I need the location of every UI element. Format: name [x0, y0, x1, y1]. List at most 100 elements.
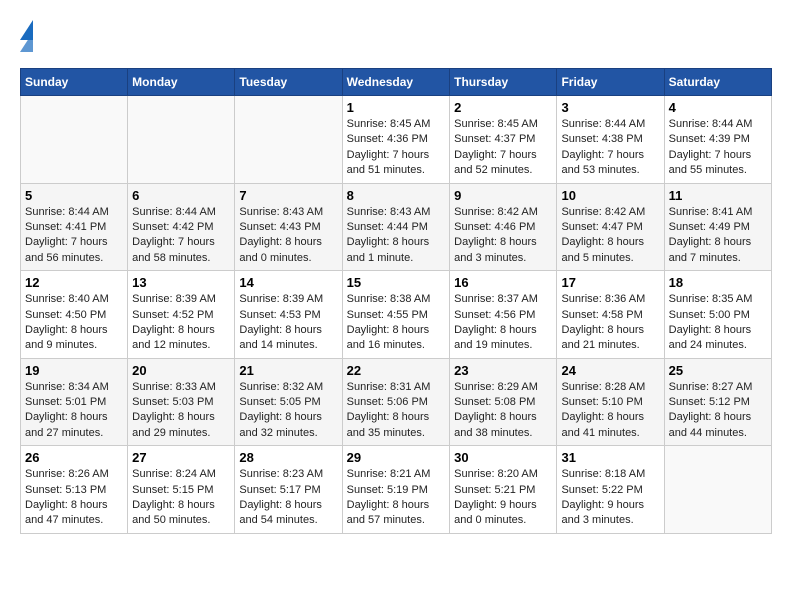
- calendar-cell: 25 Sunrise: 8:27 AM Sunset: 5:12 PM Dayli…: [664, 358, 771, 446]
- day-number: 28: [239, 450, 337, 465]
- day-info: Sunrise: 8:45 AM Sunset: 4:36 PM Dayligh…: [347, 117, 446, 179]
- weekday-header-thursday: Thursday: [450, 69, 557, 96]
- calendar-cell: 16Sunrise: 8:37 AM Sunset: 4:56 PM Dayli…: [450, 271, 557, 359]
- calendar-cell: 6 Sunrise: 8:44 AM Sunset: 4:42 PM Daylig…: [128, 183, 235, 271]
- day-info: Sunrise: 8:41 AM Sunset: 4:49 PM Dayligh…: [669, 205, 767, 267]
- day-number: 2: [454, 100, 552, 115]
- day-info: Sunrise: 8:44 AM Sunset: 4:41 PM Dayligh…: [25, 205, 123, 267]
- calendar-cell: [664, 446, 771, 534]
- calendar-cell: 9 Sunrise: 8:42 AM Sunset: 4:46 PM Daylig…: [450, 183, 557, 271]
- calendar-cell: 26Sunrise: 8:26 AM Sunset: 5:13 PM Dayli…: [21, 446, 128, 534]
- day-number: 18: [669, 275, 767, 290]
- day-info: Sunrise: 8:27 AM Sunset: 5:12 PM Dayligh…: [669, 380, 767, 442]
- day-info: Sunrise: 8:44 AM Sunset: 4:38 PM Dayligh…: [561, 117, 659, 179]
- day-number: 17: [561, 275, 659, 290]
- day-info: Sunrise: 8:32 AM Sunset: 5:05 PM Dayligh…: [239, 380, 337, 442]
- calendar-cell: 10 Sunrise: 8:42 AM Sunset: 4:47 PM Dayli…: [557, 183, 664, 271]
- day-info: Sunrise: 8:31 AM Sunset: 5:06 PM Dayligh…: [347, 380, 446, 442]
- day-number: 29: [347, 450, 446, 465]
- day-info: Sunrise: 8:33 AM Sunset: 5:03 PM Dayligh…: [132, 380, 230, 442]
- day-number: 15: [347, 275, 446, 290]
- day-number: 27: [132, 450, 230, 465]
- weekday-header-wednesday: Wednesday: [342, 69, 450, 96]
- calendar-cell: [21, 96, 128, 184]
- day-info: Sunrise: 8:20 AM Sunset: 5:21 PM Dayligh…: [454, 467, 552, 529]
- calendar-cell: 13 Sunrise: 8:39 AM Sunset: 4:52 PM Dayli…: [128, 271, 235, 359]
- day-number: 3: [561, 100, 659, 115]
- day-number: 12: [25, 275, 123, 290]
- day-number: 24: [561, 363, 659, 378]
- calendar-table: SundayMondayTuesdayWednesdayThursdayFrid…: [20, 68, 772, 534]
- day-info: Sunrise: 8:35 AM Sunset: 5:00 PM Dayligh…: [669, 292, 767, 354]
- calendar-cell: 11 Sunrise: 8:41 AM Sunset: 4:49 PM Dayli…: [664, 183, 771, 271]
- page-header: [20, 20, 772, 52]
- calendar-cell: 4 Sunrise: 8:44 AM Sunset: 4:39 PM Daylig…: [664, 96, 771, 184]
- day-info: Sunrise: 8:40 AM Sunset: 4:50 PM Dayligh…: [25, 292, 123, 354]
- day-number: 6: [132, 188, 230, 203]
- weekday-header-sunday: Sunday: [21, 69, 128, 96]
- day-number: 19: [25, 363, 123, 378]
- day-number: 14: [239, 275, 337, 290]
- day-info: Sunrise: 8:39 AM Sunset: 4:53 PM Dayligh…: [239, 292, 337, 354]
- day-info: Sunrise: 8:36 AM Sunset: 4:58 PM Dayligh…: [561, 292, 659, 354]
- day-info: Sunrise: 8:23 AM Sunset: 5:17 PM Dayligh…: [239, 467, 337, 529]
- day-info: Sunrise: 8:42 AM Sunset: 4:46 PM Dayligh…: [454, 205, 552, 267]
- calendar-cell: [128, 96, 235, 184]
- calendar-cell: 30 Sunrise: 8:20 AM Sunset: 5:21 PM Dayli…: [450, 446, 557, 534]
- calendar-cell: 14 Sunrise: 8:39 AM Sunset: 4:53 PM Dayli…: [235, 271, 342, 359]
- calendar-cell: 29 Sunrise: 8:21 AM Sunset: 5:19 PM Dayli…: [342, 446, 450, 534]
- day-number: 13: [132, 275, 230, 290]
- calendar-cell: [235, 96, 342, 184]
- calendar-cell: 23 Sunrise: 8:29 AM Sunset: 5:08 PM Dayli…: [450, 358, 557, 446]
- day-number: 11: [669, 188, 767, 203]
- day-number: 4: [669, 100, 767, 115]
- day-info: Sunrise: 8:44 AM Sunset: 4:39 PM Dayligh…: [669, 117, 767, 179]
- day-number: 25: [669, 363, 767, 378]
- day-info: Sunrise: 8:18 AM Sunset: 5:22 PM Dayligh…: [561, 467, 659, 529]
- calendar-cell: 17 Sunrise: 8:36 AM Sunset: 4:58 PM Dayli…: [557, 271, 664, 359]
- logo: [20, 20, 43, 52]
- calendar-cell: 20 Sunrise: 8:33 AM Sunset: 5:03 PM Dayli…: [128, 358, 235, 446]
- day-info: Sunrise: 8:29 AM Sunset: 5:08 PM Dayligh…: [454, 380, 552, 442]
- day-number: 26: [25, 450, 123, 465]
- day-number: 20: [132, 363, 230, 378]
- calendar-cell: 24 Sunrise: 8:28 AM Sunset: 5:10 PM Dayli…: [557, 358, 664, 446]
- calendar-cell: 5 Sunrise: 8:44 AM Sunset: 4:41 PM Daylig…: [21, 183, 128, 271]
- day-number: 7: [239, 188, 337, 203]
- day-info: Sunrise: 8:38 AM Sunset: 4:55 PM Dayligh…: [347, 292, 446, 354]
- day-info: Sunrise: 8:43 AM Sunset: 4:44 PM Dayligh…: [347, 205, 446, 267]
- day-info: Sunrise: 8:21 AM Sunset: 5:19 PM Dayligh…: [347, 467, 446, 529]
- day-number: 21: [239, 363, 337, 378]
- calendar-cell: 31Sunrise: 8:18 AM Sunset: 5:22 PM Dayli…: [557, 446, 664, 534]
- calendar-cell: 8 Sunrise: 8:43 AM Sunset: 4:44 PM Daylig…: [342, 183, 450, 271]
- day-number: 5: [25, 188, 123, 203]
- day-number: 10: [561, 188, 659, 203]
- day-info: Sunrise: 8:34 AM Sunset: 5:01 PM Dayligh…: [25, 380, 123, 442]
- weekday-header-saturday: Saturday: [664, 69, 771, 96]
- day-info: Sunrise: 8:37 AM Sunset: 4:56 PM Dayligh…: [454, 292, 552, 354]
- calendar-cell: 18 Sunrise: 8:35 AM Sunset: 5:00 PM Dayli…: [664, 271, 771, 359]
- day-number: 30: [454, 450, 552, 465]
- day-number: 8: [347, 188, 446, 203]
- calendar-header: SundayMondayTuesdayWednesdayThursdayFrid…: [21, 69, 772, 96]
- weekday-header-friday: Friday: [557, 69, 664, 96]
- calendar-cell: 2 Sunrise: 8:45 AM Sunset: 4:37 PM Daylig…: [450, 96, 557, 184]
- calendar-cell: 3 Sunrise: 8:44 AM Sunset: 4:38 PM Daylig…: [557, 96, 664, 184]
- calendar-cell: 21 Sunrise: 8:32 AM Sunset: 5:05 PM Dayli…: [235, 358, 342, 446]
- calendar-cell: 27 Sunrise: 8:24 AM Sunset: 5:15 PM Dayli…: [128, 446, 235, 534]
- day-info: Sunrise: 8:45 AM Sunset: 4:37 PM Dayligh…: [454, 117, 552, 179]
- day-number: 9: [454, 188, 552, 203]
- calendar-cell: 28 Sunrise: 8:23 AM Sunset: 5:17 PM Dayli…: [235, 446, 342, 534]
- day-info: Sunrise: 8:42 AM Sunset: 4:47 PM Dayligh…: [561, 205, 659, 267]
- day-info: Sunrise: 8:44 AM Sunset: 4:42 PM Dayligh…: [132, 205, 230, 267]
- calendar-cell: 19 Sunrise: 8:34 AM Sunset: 5:01 PM Dayli…: [21, 358, 128, 446]
- calendar-cell: 22 Sunrise: 8:31 AM Sunset: 5:06 PM Dayli…: [342, 358, 450, 446]
- day-number: 23: [454, 363, 552, 378]
- calendar-cell: 15 Sunrise: 8:38 AM Sunset: 4:55 PM Dayli…: [342, 271, 450, 359]
- day-number: 1: [347, 100, 446, 115]
- day-info: Sunrise: 8:28 AM Sunset: 5:10 PM Dayligh…: [561, 380, 659, 442]
- weekday-header-tuesday: Tuesday: [235, 69, 342, 96]
- day-number: 22: [347, 363, 446, 378]
- day-info: Sunrise: 8:39 AM Sunset: 4:52 PM Dayligh…: [132, 292, 230, 354]
- day-info: Sunrise: 8:24 AM Sunset: 5:15 PM Dayligh…: [132, 467, 230, 529]
